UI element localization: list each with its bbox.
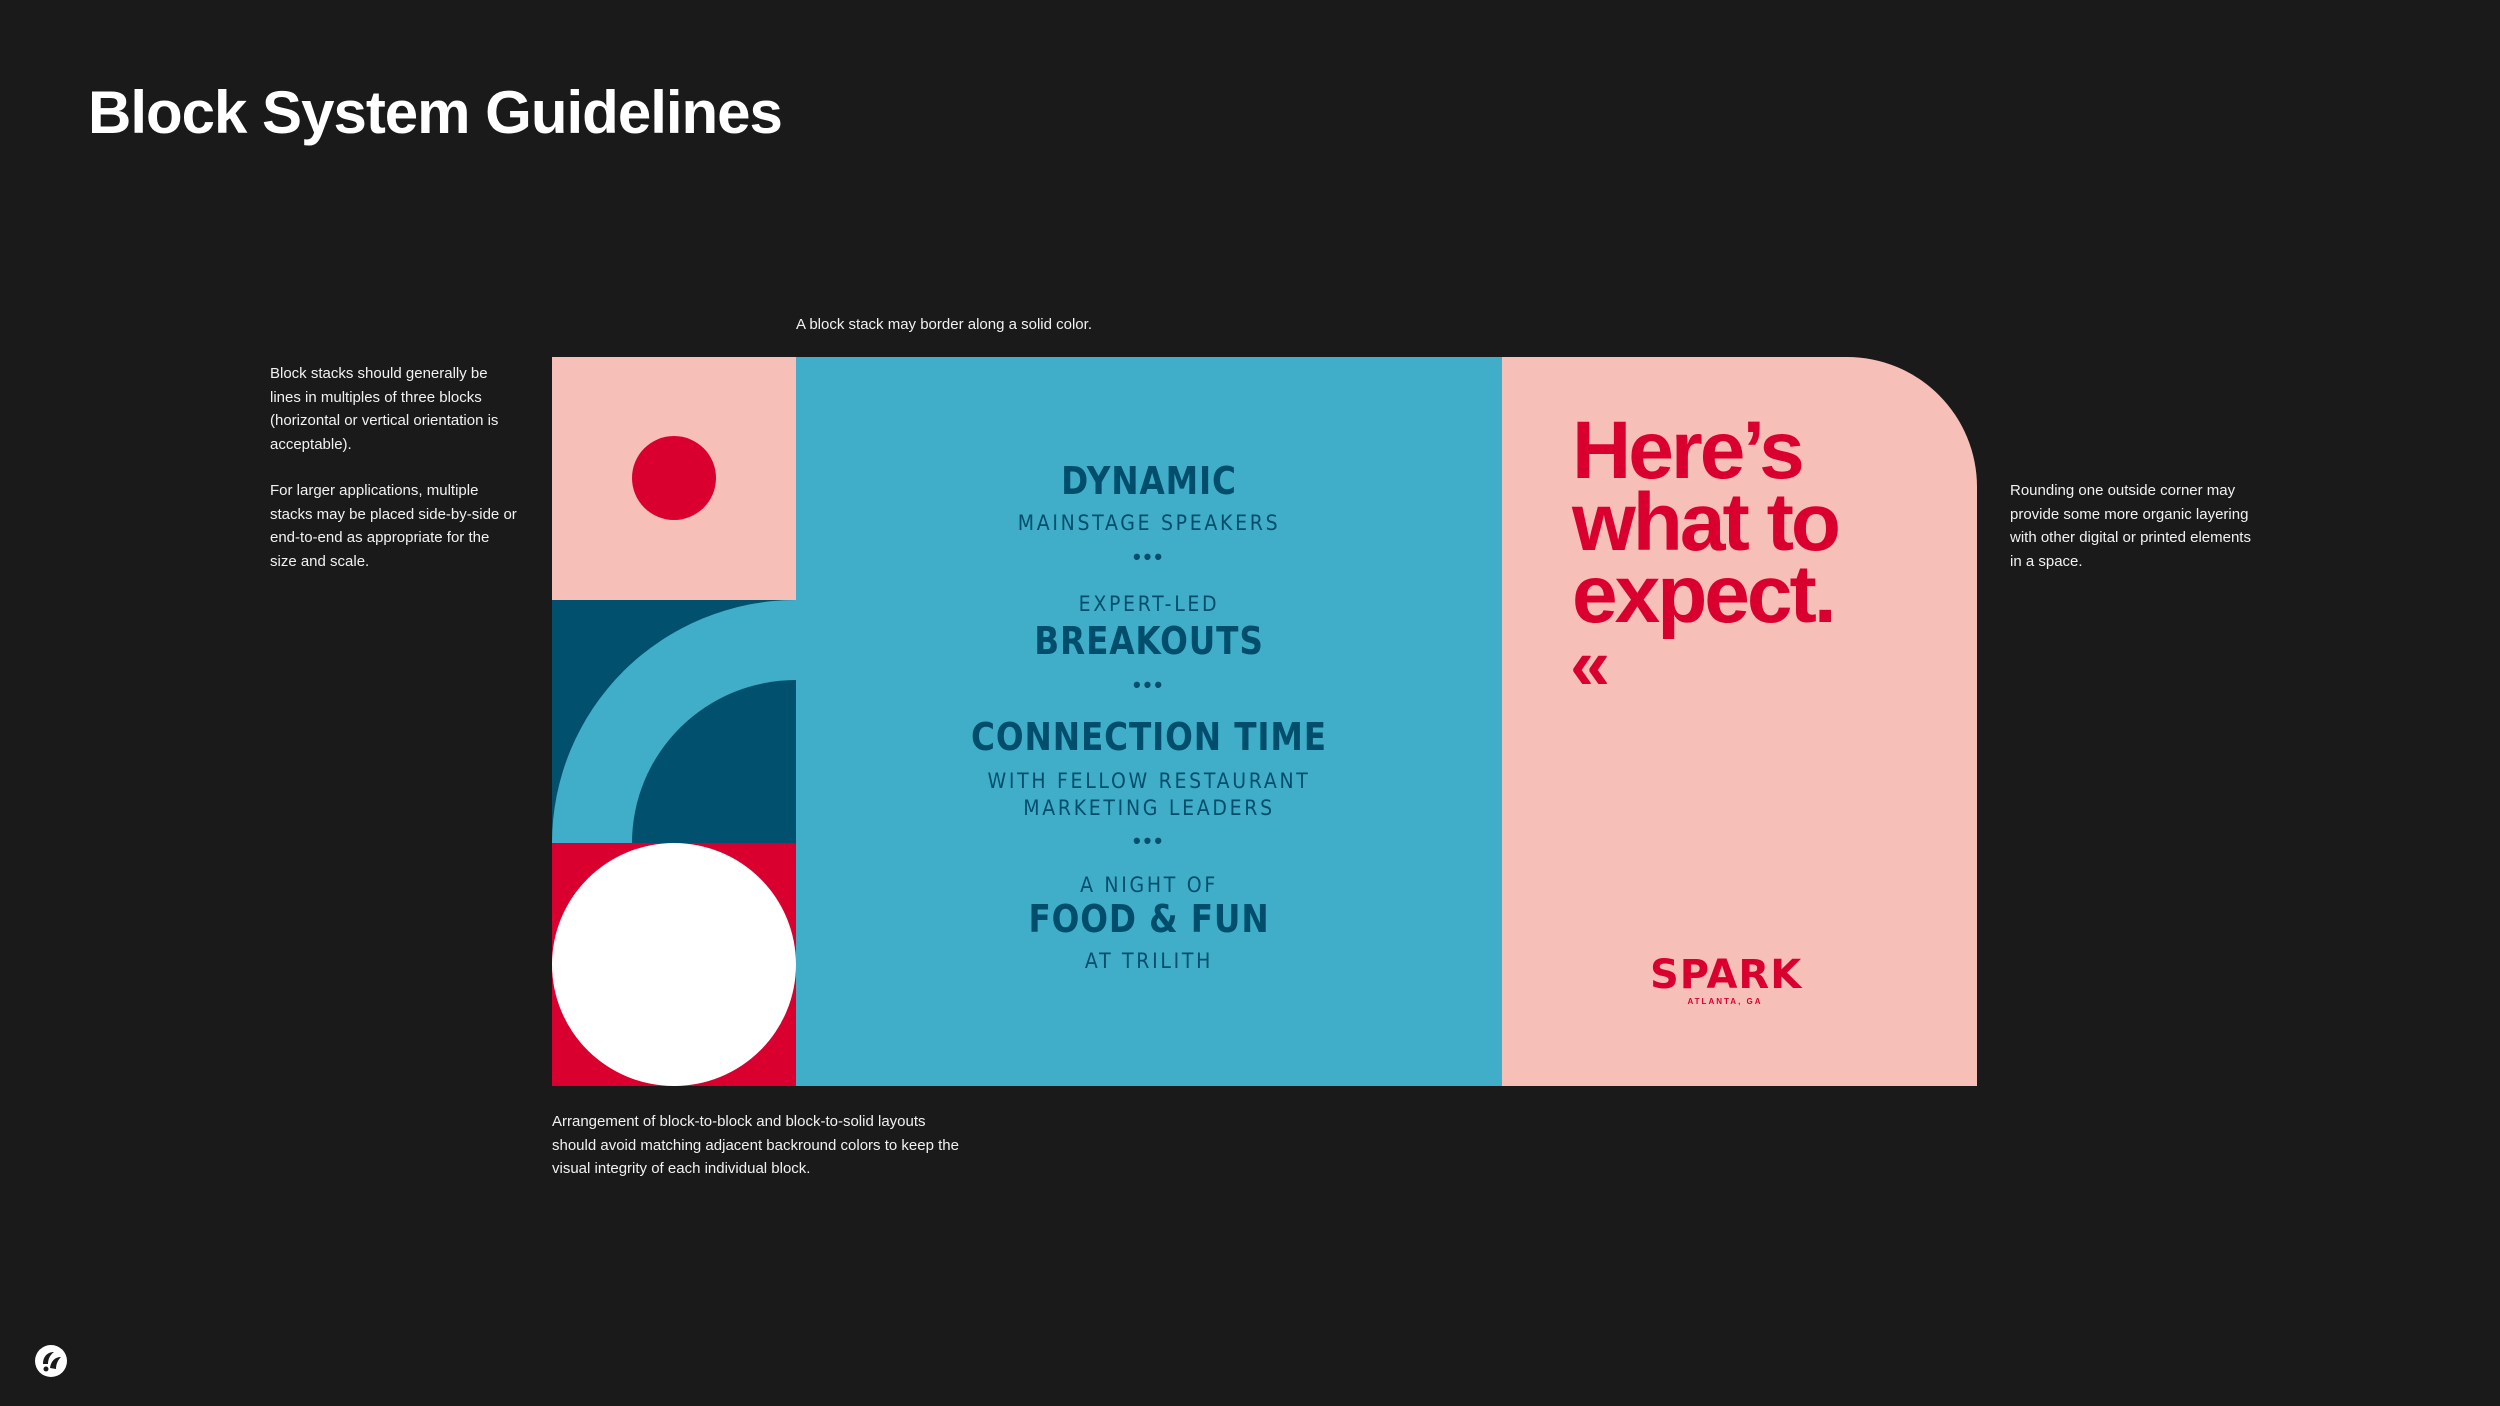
agenda-panel: DYNAMIC MAINSTAGE SPEAKERS ••• EXPERT-LE… xyxy=(796,357,1502,1086)
agenda-item-3-subtitle-line-1: WITH FELLOW RESTAURANT xyxy=(987,769,1311,793)
arch-shape xyxy=(552,600,796,843)
agenda-item-4-title: FOOD & FUN xyxy=(1028,897,1270,941)
page-title: Block System Guidelines xyxy=(88,79,783,146)
spark-logo: SPARK ATLANTA, GA xyxy=(1502,953,1977,1006)
brand-location: ATLANTA, GA xyxy=(1687,997,1763,1006)
note-top: A block stack may border along a solid c… xyxy=(796,316,1092,333)
agenda-item-3-subtitle-line-2: MARKETING LEADERS xyxy=(1023,796,1275,820)
brand-logo-icon xyxy=(34,1344,68,1378)
agenda-item-1-title: DYNAMIC xyxy=(1061,459,1237,503)
circle-block xyxy=(552,843,796,1086)
agenda-item-1-subtitle: MAINSTAGE SPEAKERS xyxy=(1017,511,1281,535)
note-left-paragraph-1: Block stacks should generally be lines i… xyxy=(270,365,499,453)
agenda-separator: ••• xyxy=(1132,544,1166,569)
note-left: Block stacks should generally be lines i… xyxy=(270,362,520,596)
brand-name: SPARK xyxy=(1650,952,1803,998)
arch-block xyxy=(552,600,796,843)
agenda-separator: ••• xyxy=(1132,828,1166,853)
double-chevron-left-icon: « xyxy=(1570,625,1611,705)
promo-panel: Here’s what to expect. « SPARK ATLANTA, … xyxy=(1502,357,1977,1086)
agenda-item-2-title: BREAKOUTS xyxy=(1034,619,1264,663)
note-right: Rounding one outside corner may provide … xyxy=(2010,482,2251,570)
agenda-item-4-subtitle: AT TRILITH xyxy=(1084,949,1214,973)
red-dot-shape xyxy=(632,436,716,520)
agenda-item-4-pretitle: A NIGHT OF xyxy=(1080,873,1218,897)
note-bottom: Arrangement of block-to-block and block-… xyxy=(552,1113,959,1177)
note-left-paragraph-2: For larger applications, multiple stacks… xyxy=(270,482,517,570)
agenda-separator: ••• xyxy=(1132,672,1166,697)
pink-dot-block xyxy=(552,357,796,600)
agenda-item-3-title: CONNECTION TIME xyxy=(971,715,1327,759)
promo-headline-line-3: expect. xyxy=(1572,549,1837,640)
white-circle-shape xyxy=(552,843,796,1086)
agenda-item-2-pretitle: EXPERT-LED xyxy=(1078,592,1220,616)
promo-headline: Here’s what to expect. xyxy=(1572,410,1972,640)
